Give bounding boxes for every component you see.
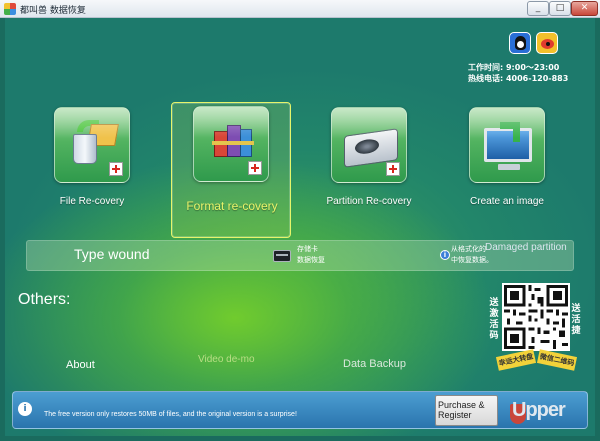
bottom-bar: i The free version only restores 50MB of… [12,391,588,429]
tile-label-format-recovery: Format re-covery [186,199,278,213]
tile-partition-recovery[interactable]: Partition Re-covery [325,104,413,234]
type-wound-label: Type wound [74,246,150,262]
qq-icon[interactable] [509,32,531,54]
tile-file-recovery[interactable]: File Re-covery [48,104,136,234]
close-button[interactable]: ✕ [571,1,598,16]
tile-label-partition-recovery: Partition Re-covery [326,196,412,207]
window-title: 都叫兽 数据恢复 [20,6,86,16]
window-bottom-edge [0,436,600,441]
lucky-wheel-ribbon: 幸运大转盘 [495,349,537,371]
card-line-2: 数据恢复 [297,256,325,264]
upper-logo[interactable]: Upper [510,398,570,424]
hotline: 热线电话: 4006-120-883 [468,74,569,83]
tile-format-recovery[interactable]: Format re-covery [171,102,291,238]
others-heading: Others: [18,291,71,308]
format-recovery-icon [193,106,269,182]
format-line-1: 从格式化的 [451,245,486,253]
purchase-register-button[interactable]: Purchase & Register [435,395,498,426]
notice-info-icon: i [18,402,32,416]
upper-brand-text: Upper [512,399,566,421]
main-panel: 工作时间: 9:00～23:00 热线电话: 4006-120-883 File… [5,18,595,436]
tile-label-file-recovery: File Re-covery [59,196,125,207]
video-demo-link[interactable]: Video de-mo [198,355,258,365]
maximize-button[interactable]: □ [549,1,571,16]
title-bar[interactable]: 都叫兽 数据恢复 _ □ ✕ [0,0,600,18]
window-right-edge [595,18,600,441]
damaged-partition-label[interactable]: Damaged partition [485,242,567,253]
format-line-2: 中恢复数据。 [451,256,493,264]
info-bar: Type wound 存储卡 数据恢复 i 从格式化的 中恢复数据。 Damag… [26,240,574,271]
tile-create-image[interactable]: Create an image [463,104,551,234]
info-icon: i [440,250,450,260]
memory-card-icon [273,250,291,262]
minimize-button[interactable]: _ [527,1,549,16]
free-version-notice: The free version only restores 50MB of f… [44,411,297,418]
card-line-1: 存储卡 [297,245,318,253]
create-image-icon [469,107,545,183]
qr-left-caption: 送激活码 [489,298,499,341]
weibo-icon[interactable] [536,32,558,54]
tile-label-create-image: Create an image [470,196,544,207]
app-icon [4,3,16,15]
file-recovery-icon [54,107,130,183]
qr-code [502,283,570,351]
work-hours: 工作时间: 9:00～23:00 [468,63,560,72]
data-backup-link[interactable]: Data Backup [343,358,406,370]
qr-right-caption: 送活捷 [571,304,581,336]
about-link[interactable]: About [66,359,95,371]
card-recovery-text: 存储卡 数据恢复 [297,244,325,266]
partition-recovery-icon [331,107,407,183]
wechat-ribbon: 微信二维码 [536,349,578,371]
contact-info: 工作时间: 9:00～23:00 热线电话: 4006-120-883 [468,62,568,84]
